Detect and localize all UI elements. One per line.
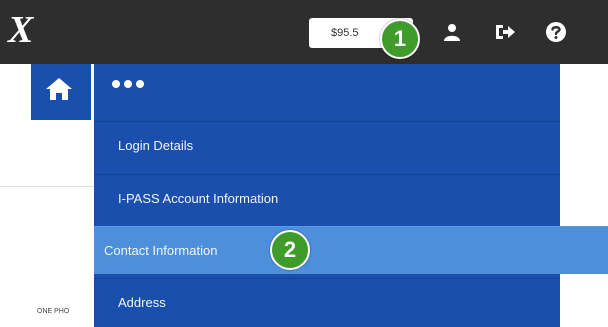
more-dots-icon[interactable] — [112, 80, 144, 88]
home-icon — [45, 76, 73, 107]
help-icon[interactable] — [541, 18, 571, 46]
user-icon[interactable] — [437, 18, 467, 46]
menu-item-label: Login Details — [118, 138, 194, 153]
menu-item-address[interactable]: Address — [94, 278, 560, 326]
menu-item-ipass-account-information[interactable]: I-PASS Account Information — [94, 174, 560, 222]
step-badge-1: 1 — [380, 19, 420, 59]
menu-item-label: Address — [118, 295, 166, 310]
step-badge-2: 2 — [270, 230, 310, 270]
menu-item-contact-information[interactable]: Contact Information — [94, 226, 608, 274]
menu-item-login-details[interactable]: Login Details — [94, 121, 560, 169]
menu-item-label: Contact Information — [104, 243, 218, 258]
content-divider — [0, 186, 94, 187]
logo[interactable]: X — [8, 6, 52, 54]
home-tab[interactable] — [31, 64, 91, 120]
page-partial-text: ONE PHO — [37, 308, 70, 315]
top-bar: X $95.5 — [0, 0, 608, 64]
sign-out-icon[interactable] — [490, 18, 520, 46]
menu-item-label: I-PASS Account Information — [118, 191, 279, 206]
